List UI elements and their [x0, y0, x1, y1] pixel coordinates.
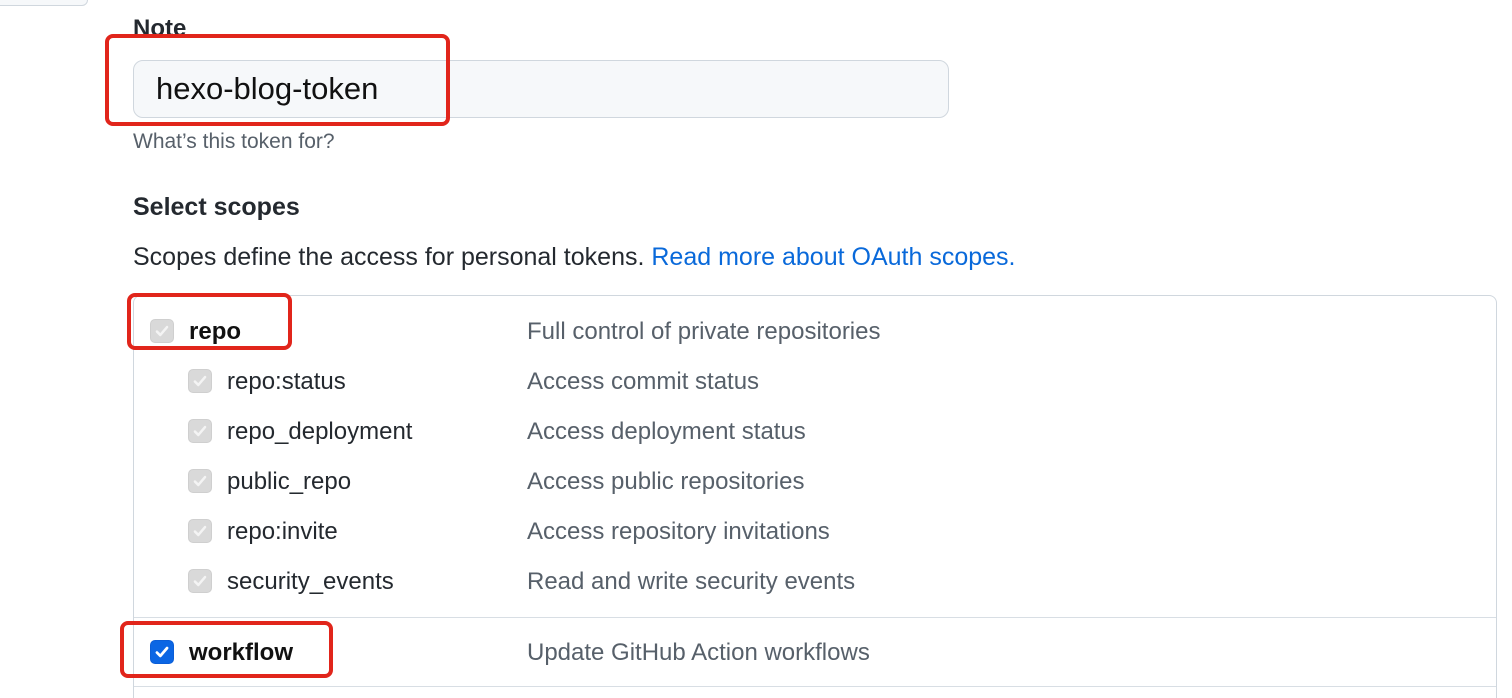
scope-name: security_events — [227, 568, 394, 595]
checkmark-icon — [155, 646, 169, 658]
checkmark-icon — [155, 325, 169, 337]
scope-group-divider — [134, 617, 1496, 618]
scope-checkbox-public-repo[interactable] — [188, 469, 212, 493]
scope-group-divider — [134, 686, 1496, 687]
note-label: Note — [133, 15, 187, 42]
oauth-scopes-link[interactable]: Read more about OAuth scopes. — [651, 243, 1015, 271]
scope-checkbox-repo-deployment[interactable] — [188, 419, 212, 443]
scope-description: Read and write security events — [527, 568, 856, 595]
checkmark-icon — [193, 475, 207, 487]
scope-row-public-repo: public_repo Access public repositories — [0, 462, 1512, 502]
scope-description: Access repository invitations — [527, 518, 830, 545]
scope-description: Access public repositories — [527, 468, 805, 495]
select-scopes-heading: Select scopes — [133, 193, 300, 221]
scopes-description: Scopes define the access for personal to… — [133, 243, 1015, 272]
note-hint: What’s this token for? — [133, 130, 335, 153]
scope-row-workflow: workflow Update GitHub Action workflows — [0, 633, 1512, 673]
scope-name: repo:invite — [227, 518, 338, 545]
checkmark-icon — [193, 575, 207, 587]
scope-row-repo-invite: repo:invite Access repository invitation… — [0, 512, 1512, 552]
scope-name: public_repo — [227, 468, 352, 495]
scope-checkbox-repo-invite[interactable] — [188, 519, 212, 543]
scope-checkbox-security-events[interactable] — [188, 569, 212, 593]
scopes-description-text: Scopes define the access for personal to… — [133, 243, 645, 271]
note-input[interactable] — [133, 60, 949, 118]
checkmark-icon — [193, 375, 207, 387]
scope-description: Access deployment status — [527, 418, 806, 445]
scope-name: repo_deployment — [227, 418, 413, 445]
scope-name: repo — [189, 318, 242, 345]
scope-checkbox-workflow[interactable] — [150, 640, 174, 664]
scope-name: repo:status — [227, 368, 346, 395]
scope-description: Update GitHub Action workflows — [527, 639, 870, 666]
scope-description: Full control of private repositories — [527, 318, 881, 345]
scope-checkbox-repo[interactable] — [150, 319, 174, 343]
checkmark-icon — [193, 425, 207, 437]
scope-row-security-events: security_events Read and write security … — [0, 562, 1512, 602]
previous-control[interactable] — [0, 0, 88, 6]
token-settings-page: Note What’s this token for? Select scope… — [0, 0, 1512, 698]
checkmark-icon — [193, 525, 207, 537]
scope-row-repo-deployment: repo_deployment Access deployment status — [0, 412, 1512, 452]
scope-description: Access commit status — [527, 368, 760, 395]
scope-checkbox-repo-status[interactable] — [188, 369, 212, 393]
scope-row-repo-status: repo:status Access commit status — [0, 362, 1512, 402]
scope-name: workflow — [189, 639, 294, 666]
scope-row-repo: repo Full control of private repositorie… — [0, 312, 1512, 352]
